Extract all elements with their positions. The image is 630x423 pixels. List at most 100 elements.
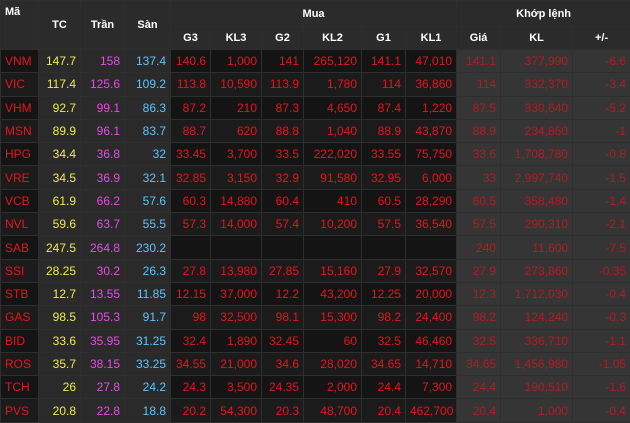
bid-volume-1: 20,000 — [404, 281, 458, 307]
stock-code[interactable]: VHM — [0, 95, 39, 120]
bid-price-1[interactable]: 12.25 — [361, 281, 406, 307]
bid-price-1[interactable]: 114 — [361, 72, 406, 97]
bid-price-1[interactable]: 34.65 — [361, 351, 406, 377]
bid-price-1[interactable]: 24.4 — [361, 375, 406, 400]
bid-price-2[interactable]: 141 — [261, 48, 304, 74]
header-kl3[interactable]: KL3 — [210, 26, 262, 50]
table-row[interactable]: MSN 89.9 96.1 83.7 88.7 620 88.8 1,040 88.9 43,87… — [0, 118, 630, 144]
match-price: 114 — [456, 72, 502, 97]
bid-price-3[interactable]: 98 — [170, 305, 211, 330]
table-row[interactable]: VNM 147.7 158 137.4 140.6 1,000 141 265,120 141.… — [0, 48, 630, 74]
bid-price-2[interactable]: 98.1 — [261, 305, 304, 330]
table-row[interactable]: VRE 34.5 36.9 32.1 32.85 3,150 32.9 91,580 32.95… — [0, 165, 630, 190]
bid-price-2[interactable]: 20.3 — [261, 398, 304, 423]
bid-price-1[interactable]: 27.9 — [361, 258, 406, 283]
bid-price-3[interactable]: 20.2 — [170, 398, 211, 423]
stock-code[interactable]: VRE — [0, 165, 39, 190]
match-volume: 11,600 — [500, 235, 574, 260]
bid-price-1[interactable]: 87.4 — [361, 95, 406, 120]
floor-price: 31.25 — [124, 328, 171, 353]
table-row[interactable]: HPG 34.4 36.8 32 33.45 3,700 33.5 222,020 33.55 7… — [0, 142, 630, 167]
bid-price-2[interactable] — [261, 235, 304, 260]
bid-price-1[interactable] — [361, 235, 406, 260]
bid-price-2[interactable]: 24.35 — [261, 375, 304, 400]
header-code[interactable]: Mã — [0, 0, 39, 50]
table-row[interactable]: BID 33.6 35.95 31.25 32.4 1,890 32.45 60 32.5 46,… — [0, 328, 630, 353]
bid-price-1[interactable]: 57.5 — [361, 212, 406, 237]
bid-price-1[interactable]: 98.2 — [361, 305, 406, 330]
bid-price-2[interactable]: 33.5 — [261, 142, 304, 167]
stock-code[interactable]: BID — [0, 328, 39, 353]
table-row[interactable]: ROS 35.7 38.15 33.25 34.55 21,000 34.6 28,020 34… — [0, 351, 630, 377]
bid-price-3[interactable]: 57.3 — [170, 212, 211, 237]
bid-price-3[interactable]: 140.6 — [170, 48, 211, 74]
table-row[interactable]: GAS 98.5 105.3 91.7 98 32,500 98.1 15,300 98.2 24… — [0, 305, 630, 330]
table-row[interactable]: VHM 92.7 99.1 86.3 87.2 210 87.3 4,650 87.4 1,220… — [0, 95, 630, 120]
table-row[interactable]: STB 12.7 13.55 11.85 12.15 37,000 12.2 43,200 12… — [0, 281, 630, 307]
bid-price-3[interactable]: 88.7 — [170, 118, 211, 144]
bid-price-2[interactable]: 32.9 — [261, 165, 304, 190]
header-g2[interactable]: G2 — [261, 26, 304, 50]
stock-code[interactable]: SSI — [0, 258, 39, 283]
header-g3[interactable]: G3 — [170, 26, 211, 50]
table-row[interactable]: SSI 28.25 30.2 26.3 27.8 13,980 27.85 15,160 27.… — [0, 258, 630, 283]
stock-code[interactable]: VCB — [0, 188, 39, 214]
bid-price-3[interactable]: 33.45 — [170, 142, 211, 167]
bid-price-1[interactable]: 20.4 — [361, 398, 406, 423]
header-ceiling[interactable]: Trần — [80, 0, 125, 50]
bid-price-2[interactable]: 27.85 — [261, 258, 304, 283]
match-price: 98.2 — [456, 305, 502, 330]
bid-price-3[interactable]: 32.4 — [170, 328, 211, 353]
match-price: 20.4 — [456, 398, 502, 423]
table-row[interactable]: SAB 247.5 264.8 230.2 240 11,600 -7.5 — [0, 235, 630, 260]
stock-code[interactable]: VIC — [0, 72, 39, 97]
bid-price-3[interactable]: 60.3 — [170, 188, 211, 214]
header-kl1[interactable]: KL1 — [404, 26, 458, 50]
bid-price-3[interactable]: 27.8 — [170, 258, 211, 283]
table-row[interactable]: NVL 59.6 63.7 55.5 57.3 14,000 57.4 10,200 57.5 3… — [0, 212, 630, 237]
table-row[interactable]: TCH 26 27.8 24.2 24.3 3,500 24.35 2,000 24.4 7,30… — [0, 375, 630, 400]
bid-price-3[interactable]: 24.3 — [170, 375, 211, 400]
header-ref[interactable]: TC — [38, 0, 81, 50]
stock-code[interactable]: NVL — [0, 212, 39, 237]
bid-price-2[interactable]: 88.8 — [261, 118, 304, 144]
price-change: -0.4 — [572, 398, 630, 423]
bid-price-2[interactable]: 34.6 — [261, 351, 304, 377]
bid-price-2[interactable]: 87.3 — [261, 95, 304, 120]
bid-price-2[interactable]: 113.9 — [261, 72, 304, 97]
header-change[interactable]: +/- — [572, 26, 630, 50]
bid-price-1[interactable]: 141.1 — [361, 48, 406, 74]
header-kl2[interactable]: KL2 — [303, 26, 362, 50]
table-row[interactable]: VIC 117.4 125.6 109.2 113.8 10,590 113.9 1,780 1… — [0, 72, 630, 97]
stock-code[interactable]: MSN — [0, 118, 39, 144]
header-g1[interactable]: G1 — [361, 26, 406, 50]
header-floor[interactable]: Sàn — [124, 0, 171, 50]
stock-code[interactable]: SAB — [0, 235, 39, 260]
bid-price-1[interactable]: 32.95 — [361, 165, 406, 190]
bid-price-3[interactable]: 34.55 — [170, 351, 211, 377]
stock-code[interactable]: STB — [0, 281, 39, 307]
bid-price-3[interactable]: 12.15 — [170, 281, 211, 307]
header-price[interactable]: Giá — [456, 26, 502, 50]
bid-price-3[interactable]: 113.8 — [170, 72, 211, 97]
stock-code[interactable]: TCH — [0, 375, 39, 400]
bid-price-1[interactable]: 88.9 — [361, 118, 406, 144]
bid-price-3[interactable]: 32.85 — [170, 165, 211, 190]
bid-price-2[interactable]: 12.2 — [261, 281, 304, 307]
stock-code[interactable]: HPG — [0, 142, 39, 167]
header-volume[interactable]: KL — [500, 26, 574, 50]
table-row[interactable]: VCB 61.9 66.2 57.6 60.3 14,880 60.4 410 60.5 28,2… — [0, 188, 630, 214]
bid-price-1[interactable]: 33.55 — [361, 142, 406, 167]
bid-price-3[interactable]: 87.2 — [170, 95, 211, 120]
bid-price-3[interactable] — [170, 235, 211, 260]
stock-code[interactable]: VNM — [0, 48, 39, 74]
stock-code[interactable]: GAS — [0, 305, 39, 330]
bid-price-2[interactable]: 60.4 — [261, 188, 304, 214]
bid-price-2[interactable]: 57.4 — [261, 212, 304, 237]
bid-price-1[interactable]: 60.5 — [361, 188, 406, 214]
stock-code[interactable]: ROS — [0, 351, 39, 377]
table-row[interactable]: PVS 20.8 22.8 18.8 20.2 54,300 20.3 48,700 20.4 4… — [0, 398, 630, 423]
bid-price-2[interactable]: 32.45 — [261, 328, 304, 353]
bid-price-1[interactable]: 32.5 — [361, 328, 406, 353]
stock-code[interactable]: PVS — [0, 398, 39, 423]
